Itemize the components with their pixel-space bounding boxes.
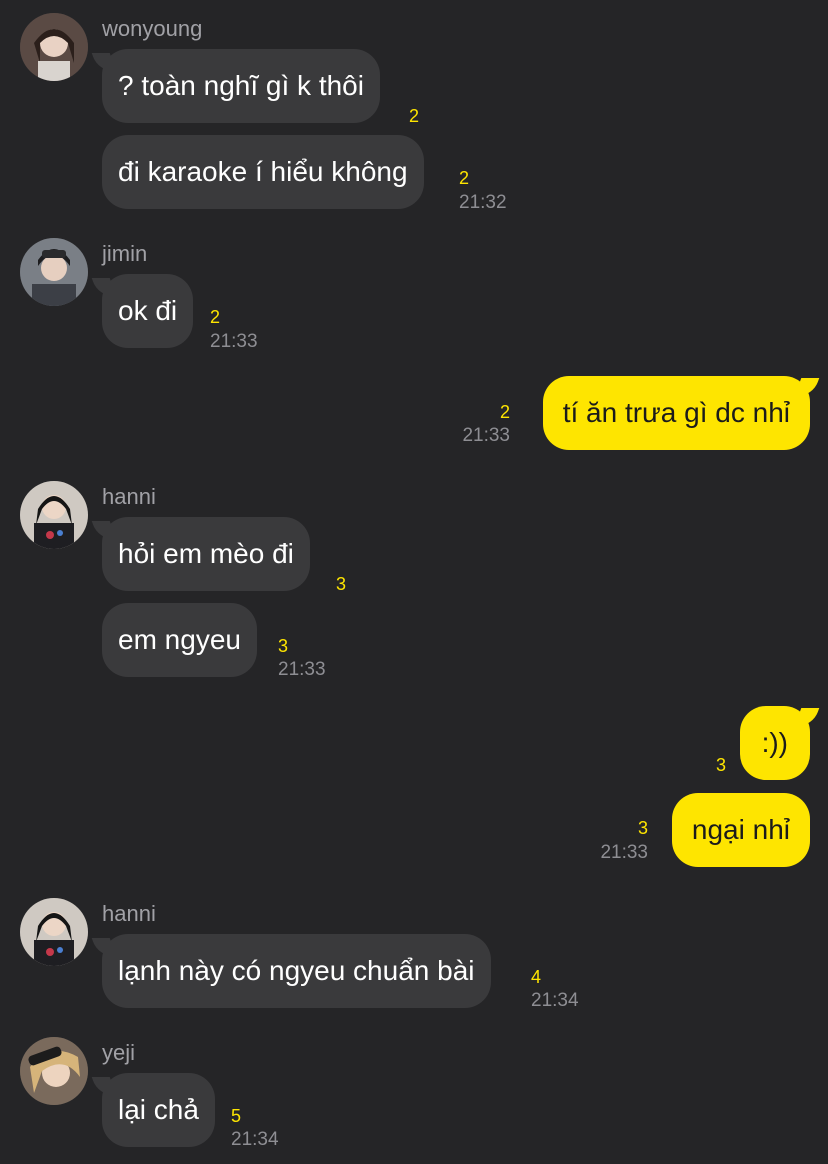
message-bubble[interactable]: hỏi em mèo đi [102,517,310,591]
message-bubble[interactable]: em ngyeu [102,603,257,677]
message-text: lại chả [118,1094,199,1125]
unread-count: 2 [210,307,221,327]
message-text: lạnh này có ngyeu chuẩn bài [118,955,475,986]
message-bubble[interactable]: đi karaoke í hiểu không [102,135,424,209]
unread-count: 3 [715,755,726,775]
message-timestamp: 21:33 [210,331,258,352]
sender-name: jimin [102,241,148,266]
message-timestamp: 21:34 [231,1129,279,1150]
message-text: ? toàn nghĩ gì k thôi [118,70,364,101]
avatar-hanni[interactable] [20,481,88,549]
message-text: :)) [761,727,788,758]
message-bubble-outgoing[interactable]: tí ăn trưa gì dc nhỉ [542,376,810,450]
unread-count: 3 [637,818,648,838]
message-timestamp: 21:33 [600,842,648,863]
message-text: em ngyeu [118,624,241,655]
unread-count: 4 [531,967,542,987]
sender-name: hanni [102,901,156,926]
message-bubble[interactable]: ok đi [102,274,194,348]
message-text: ok đi [118,295,178,326]
unread-count: 5 [231,1106,242,1126]
message-timestamp: 21:33 [278,659,326,680]
message-timestamp: 21:32 [459,192,507,213]
sender-name: hanni [102,484,156,509]
avatar-jimin[interactable] [20,238,88,306]
message-bubble-outgoing[interactable]: ngại nhỉ [671,793,810,867]
message-text: tí ăn trưa gì dc nhỉ [562,397,790,428]
message-text: hỏi em mèo đi [118,538,294,569]
sender-name: yeji [102,1040,136,1065]
avatar-wonyoung[interactable] [20,13,88,81]
avatar-hanni[interactable] [20,898,88,966]
message-bubble[interactable]: lạnh này có ngyeu chuẩn bài [102,934,491,1008]
unread-count: 2 [459,168,470,188]
message-timestamp: 21:33 [462,425,510,446]
avatar-yeji[interactable] [20,1037,88,1105]
sender-name: wonyoung [102,16,203,41]
message-text: đi karaoke í hiểu không [118,156,408,187]
message-bubble[interactable]: ? toàn nghĩ gì k thôi [102,49,380,123]
unread-count: 2 [409,106,420,126]
unread-count: 3 [278,636,289,656]
unread-count: 2 [499,402,510,422]
message-bubble[interactable]: lại chả [102,1073,215,1147]
unread-count: 3 [336,574,347,594]
message-text: ngại nhỉ [691,814,790,845]
message-bubble-outgoing[interactable]: :)) [739,706,810,780]
message-timestamp: 21:34 [531,990,579,1011]
